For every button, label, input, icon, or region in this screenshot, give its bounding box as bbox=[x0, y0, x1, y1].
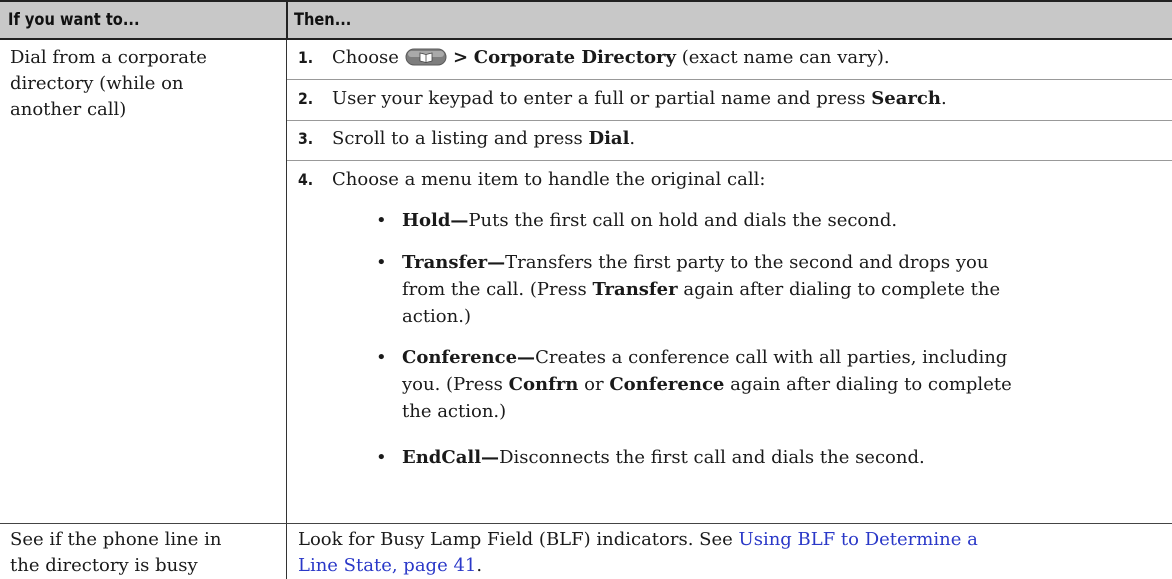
step-1-pre: Choose bbox=[332, 47, 399, 68]
transfer-line3: action.) bbox=[402, 306, 471, 327]
option-text: EndCall—Disconnects the first call and d… bbox=[402, 444, 1162, 471]
step-number: 4. bbox=[298, 170, 314, 189]
option-text: Hold—Puts the first call on hold and dia… bbox=[402, 207, 1162, 234]
step-1-post: (exact name can vary). bbox=[681, 47, 890, 68]
row1-task-line: another call) bbox=[10, 99, 127, 120]
endcall-description: Disconnects the first call and dials the… bbox=[499, 447, 925, 468]
conference-softkey-label: Conference bbox=[609, 374, 725, 395]
step-1-gt: > bbox=[452, 47, 469, 68]
hold-description: Puts the first call on hold and dials th… bbox=[468, 210, 898, 231]
transfer-description: Transfers the first party to the second … bbox=[505, 252, 989, 273]
transfer-line2-post: again after dialing to complete the bbox=[683, 279, 1001, 300]
dial-softkey-label: Dial bbox=[588, 128, 630, 149]
step-divider bbox=[287, 79, 1172, 80]
option-text: Transfer—Transfers the first party to th… bbox=[402, 249, 1162, 330]
option-conference: • Conference—Creates a conference call w… bbox=[376, 344, 1156, 425]
step-3: 3. Scroll to a listing and press Dial. bbox=[298, 126, 1158, 152]
row2-task-line: the directory is busy bbox=[10, 555, 198, 576]
step-2-post: . bbox=[940, 88, 947, 109]
row-divider bbox=[0, 523, 1172, 524]
step-3-pre: Scroll to a listing and press bbox=[332, 128, 583, 149]
bullet-icon: • bbox=[376, 252, 387, 273]
header-if-you-want-to: If you want to... bbox=[8, 10, 140, 30]
feature-table: If you want to... Then... Dial from a co… bbox=[0, 0, 1172, 579]
blf-link-part2[interactable]: Line State, page 41 bbox=[298, 555, 476, 576]
step-number: 3. bbox=[298, 129, 314, 148]
transfer-label: Transfer— bbox=[402, 252, 506, 273]
step-text: User your keypad to enter a full or part… bbox=[332, 86, 1162, 112]
step-text: Choose > Corporate Directory (exact name… bbox=[332, 45, 1162, 71]
step-text: Choose a menu item to handle the origina… bbox=[332, 169, 766, 190]
step-divider bbox=[287, 120, 1172, 121]
hold-label: Hold— bbox=[402, 210, 469, 231]
step-1: 1. Choose > Corporate Directory (exact n… bbox=[298, 45, 1158, 71]
step-number: 2. bbox=[298, 89, 314, 108]
endcall-label: EndCall— bbox=[402, 447, 500, 468]
header-then: Then... bbox=[294, 10, 352, 30]
step-divider bbox=[287, 160, 1172, 161]
corporate-directory-label: Corporate Directory bbox=[473, 47, 676, 68]
step-text: Scroll to a listing and press Dial. bbox=[332, 126, 1162, 152]
row2-task: See if the phone line in the directory i… bbox=[10, 527, 278, 579]
blf-link-part1[interactable]: Using BLF to Determine a bbox=[739, 529, 978, 550]
table-header: If you want to... Then... bbox=[0, 0, 1172, 40]
step-number: 1. bbox=[298, 48, 314, 67]
search-softkey-label: Search bbox=[871, 88, 941, 109]
bullet-icon: • bbox=[376, 347, 387, 368]
conference-line2-mid: or bbox=[584, 374, 604, 395]
option-transfer: • Transfer—Transfers the first party to … bbox=[376, 249, 1156, 330]
option-text: Conference—Creates a conference call wit… bbox=[402, 344, 1162, 425]
option-endcall: • EndCall—Disconnects the first call and… bbox=[376, 444, 1156, 471]
conference-description: Creates a conference call with all parti… bbox=[535, 347, 1008, 368]
conference-line2-pre: you. (Press bbox=[402, 374, 503, 395]
transfer-line2-pre: from the call. (Press bbox=[402, 279, 587, 300]
row1-task-line: directory (while on bbox=[10, 73, 184, 94]
step-3-post: . bbox=[629, 128, 636, 149]
step-2-pre: User your keypad to enter a full or part… bbox=[332, 88, 866, 109]
conference-line3: the action.) bbox=[402, 401, 507, 422]
bullet-icon: • bbox=[376, 210, 387, 231]
directories-button-icon bbox=[405, 48, 447, 66]
column-divider-header bbox=[286, 0, 288, 40]
bullet-icon: • bbox=[376, 447, 387, 468]
row1-task-line: Dial from a corporate bbox=[10, 47, 207, 68]
row2-task-line: See if the phone line in bbox=[10, 529, 222, 550]
transfer-softkey-label: Transfer bbox=[592, 279, 678, 300]
step-4: 4. Choose a menu item to handle the orig… bbox=[298, 167, 1158, 193]
row1-task: Dial from a corporate directory (while o… bbox=[10, 45, 278, 123]
step-2: 2. User your keypad to enter a full or p… bbox=[298, 86, 1158, 112]
row2-line2-post: . bbox=[476, 555, 483, 576]
conference-label: Conference— bbox=[402, 347, 536, 368]
conference-line2-post: again after dialing to complete bbox=[730, 374, 1012, 395]
row2-line1: Look for Busy Lamp Field (BLF) indicator… bbox=[298, 529, 733, 550]
option-hold: • Hold—Puts the first call on hold and d… bbox=[376, 207, 1156, 234]
confrn-softkey-label: Confrn bbox=[508, 374, 579, 395]
row2-instructions: Look for Busy Lamp Field (BLF) indicator… bbox=[298, 527, 1168, 579]
